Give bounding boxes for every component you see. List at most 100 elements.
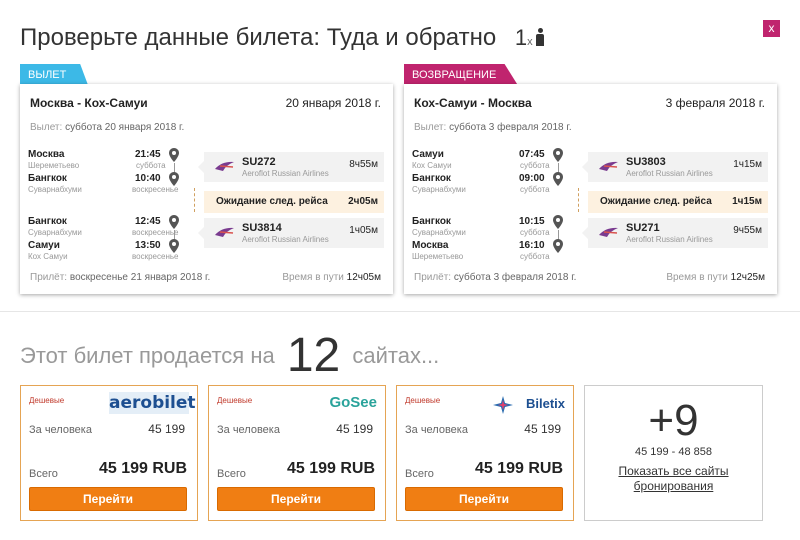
seg2-dep-day: суббота [520, 228, 550, 237]
seg2-from-airport: Суварнабхуми [28, 228, 82, 237]
seg1-dep-time: 21:45 [135, 149, 161, 160]
seg2-to-city: Москва [412, 240, 449, 251]
seg1-arr-time: 10:40 [135, 173, 161, 184]
offers-heading: Этот билет продается на 12 сайтах... [20, 328, 439, 383]
outbound-panel: Москва - Кох-Самуи 20 января 2018 г. Выл… [20, 84, 393, 294]
seg1-dep-day: суббота [136, 161, 166, 170]
total-label: Всего [405, 468, 434, 480]
total-label: Всего [29, 468, 58, 480]
passenger-mult: x [527, 36, 533, 48]
offer-card-aerobilet: Дешевые aerobilet За человека 45 199 Все… [20, 385, 198, 521]
airline-name: Aeroflot Russian Airlines [626, 235, 713, 244]
cheap-label: Дешевые [217, 396, 253, 405]
gosee-logo: GoSee [329, 394, 377, 411]
arr-value: воскресенье 21 января 2018 г. [69, 272, 211, 283]
flight-duration: 1ч05м [349, 225, 378, 236]
flight-card: SU271 Aeroflot Russian Airlines 9ч55м [582, 218, 768, 248]
outbound-travel-time: Время в пути 12ч05м [282, 272, 381, 283]
map-pin-icon [553, 239, 563, 253]
seg1-arr-day: суббота [520, 185, 550, 194]
return-badge: ВОЗВРАЩЕНИЕ [404, 64, 519, 86]
aeroflot-logo-icon [215, 161, 234, 171]
airline-name: Aeroflot Russian Airlines [242, 169, 329, 178]
outbound-date: 20 января 2018 г. [285, 96, 381, 110]
return-route: Кох-Самуи - Москва [414, 96, 532, 110]
seg1-to-city: Бангкок [412, 173, 451, 184]
seg1-to-airport: Суварнабхуми [412, 185, 466, 194]
seg2-to-airport: Шереметьево [412, 252, 464, 261]
flight-duration: 1ч15м [733, 159, 762, 170]
more-sites-count: +9 [648, 396, 699, 445]
per-person-label: За человека [405, 424, 468, 436]
seg1-to-airport: Суварнабхуми [28, 185, 82, 194]
total-label: Всего [217, 468, 246, 480]
link-line2: бронирования [633, 479, 714, 493]
return-arrival-info: Прилёт: суббота 3 февраля 2018 г. [414, 272, 576, 283]
dep-label: Вылет: [414, 122, 447, 133]
travel-label: Время в пути [666, 272, 728, 283]
aerobilet-logo: aerobilet [109, 392, 196, 414]
trip-type: Туда и обратно [326, 24, 497, 51]
return-departure-info: Вылет: суббота 3 февраля 2018 г. [414, 122, 572, 133]
biletix-logo: Biletix [525, 396, 565, 411]
seg2-dep-time: 12:45 [135, 216, 161, 227]
total-price: 45 199 RUB [286, 460, 375, 477]
return-panel: Кох-Самуи - Москва 3 февраля 2018 г. Выл… [404, 84, 777, 294]
map-pin-icon [553, 148, 563, 162]
seg1-from-airport: Кох Самуи [412, 161, 452, 170]
return-date: 3 февраля 2018 г. [665, 96, 765, 110]
page-title: Проверьте данные билета: Туда и обратно … [20, 24, 545, 52]
flight-number: SU3803 [626, 156, 666, 168]
go-button[interactable]: Перейти [217, 487, 375, 511]
layover-duration: 1ч15м [732, 196, 762, 207]
cheap-label: Дешевые [29, 396, 65, 405]
aeroflot-logo-icon [599, 161, 618, 171]
go-button[interactable]: Перейти [29, 487, 187, 511]
outbound-arrival-info: Прилёт: воскресенье 21 января 2018 г. [30, 272, 210, 283]
map-pin-icon [169, 148, 179, 162]
per-person-price: 45 199 [148, 422, 185, 436]
airline-name: Aeroflot Russian Airlines [242, 235, 329, 244]
seg1-arr-time: 09:00 [519, 173, 545, 184]
seg2-arr-time: 13:50 [135, 240, 161, 251]
seg2-arr-time: 16:10 [519, 240, 545, 251]
map-pin-icon [169, 172, 179, 186]
offers-heading-pre: Этот билет продается на [20, 343, 275, 368]
aeroflot-logo-icon [215, 227, 234, 237]
seg2-from-city: Бангкок [412, 216, 451, 227]
layover-label: Ожидание след. рейса [600, 196, 712, 207]
person-icon [535, 28, 545, 46]
seg1-dep-time: 07:45 [519, 149, 545, 160]
travel-label: Время в пути [282, 272, 344, 283]
seg1-from-airport: Шереметьево [28, 161, 80, 170]
close-button[interactable]: x [763, 20, 780, 37]
layover-row: Ожидание след. рейса 1ч15м [588, 191, 768, 213]
per-person-price: 45 199 [524, 422, 561, 436]
flight-card: SU272 Aeroflot Russian Airlines 8ч55м [198, 152, 384, 182]
arr-label: Прилёт: [414, 272, 452, 283]
flight-card: SU3803 Aeroflot Russian Airlines 1ч15м [582, 152, 768, 182]
dep-label: Вылет: [30, 122, 63, 133]
airline-name: Aeroflot Russian Airlines [626, 169, 713, 178]
offer-card-gosee: Дешевые GoSee За человека 45 199 Всего 4… [208, 385, 386, 521]
seg1-to-city: Бангкок [28, 173, 67, 184]
flight-card: SU3814 Aeroflot Russian Airlines 1ч05м [198, 218, 384, 248]
cheap-label: Дешевые [405, 396, 441, 405]
aeroflot-logo-icon [599, 227, 618, 237]
per-person-label: За человека [29, 424, 92, 436]
passenger-count: 1 [514, 25, 528, 50]
map-pin-icon [553, 215, 563, 229]
total-price: 45 199 RUB [474, 460, 563, 477]
return-travel-time: Время в пути 12ч25м [666, 272, 765, 283]
show-all-sites-link[interactable]: Показать все сайты бронирования [585, 464, 762, 494]
total-price: 45 199 RUB [98, 460, 187, 477]
ticket-details-section: Проверьте данные билета: Туда и обратно … [0, 0, 800, 312]
map-pin-icon [169, 215, 179, 229]
go-button[interactable]: Перейти [405, 487, 563, 511]
map-pin-icon [169, 239, 179, 253]
flight-number: SU272 [242, 156, 276, 168]
more-sites-card: +9 45 199 - 48 858 Показать все сайты бро… [584, 385, 763, 521]
travel-value: 12ч25м [730, 272, 765, 283]
layover-divider [578, 188, 579, 212]
flight-duration: 8ч55м [349, 159, 378, 170]
